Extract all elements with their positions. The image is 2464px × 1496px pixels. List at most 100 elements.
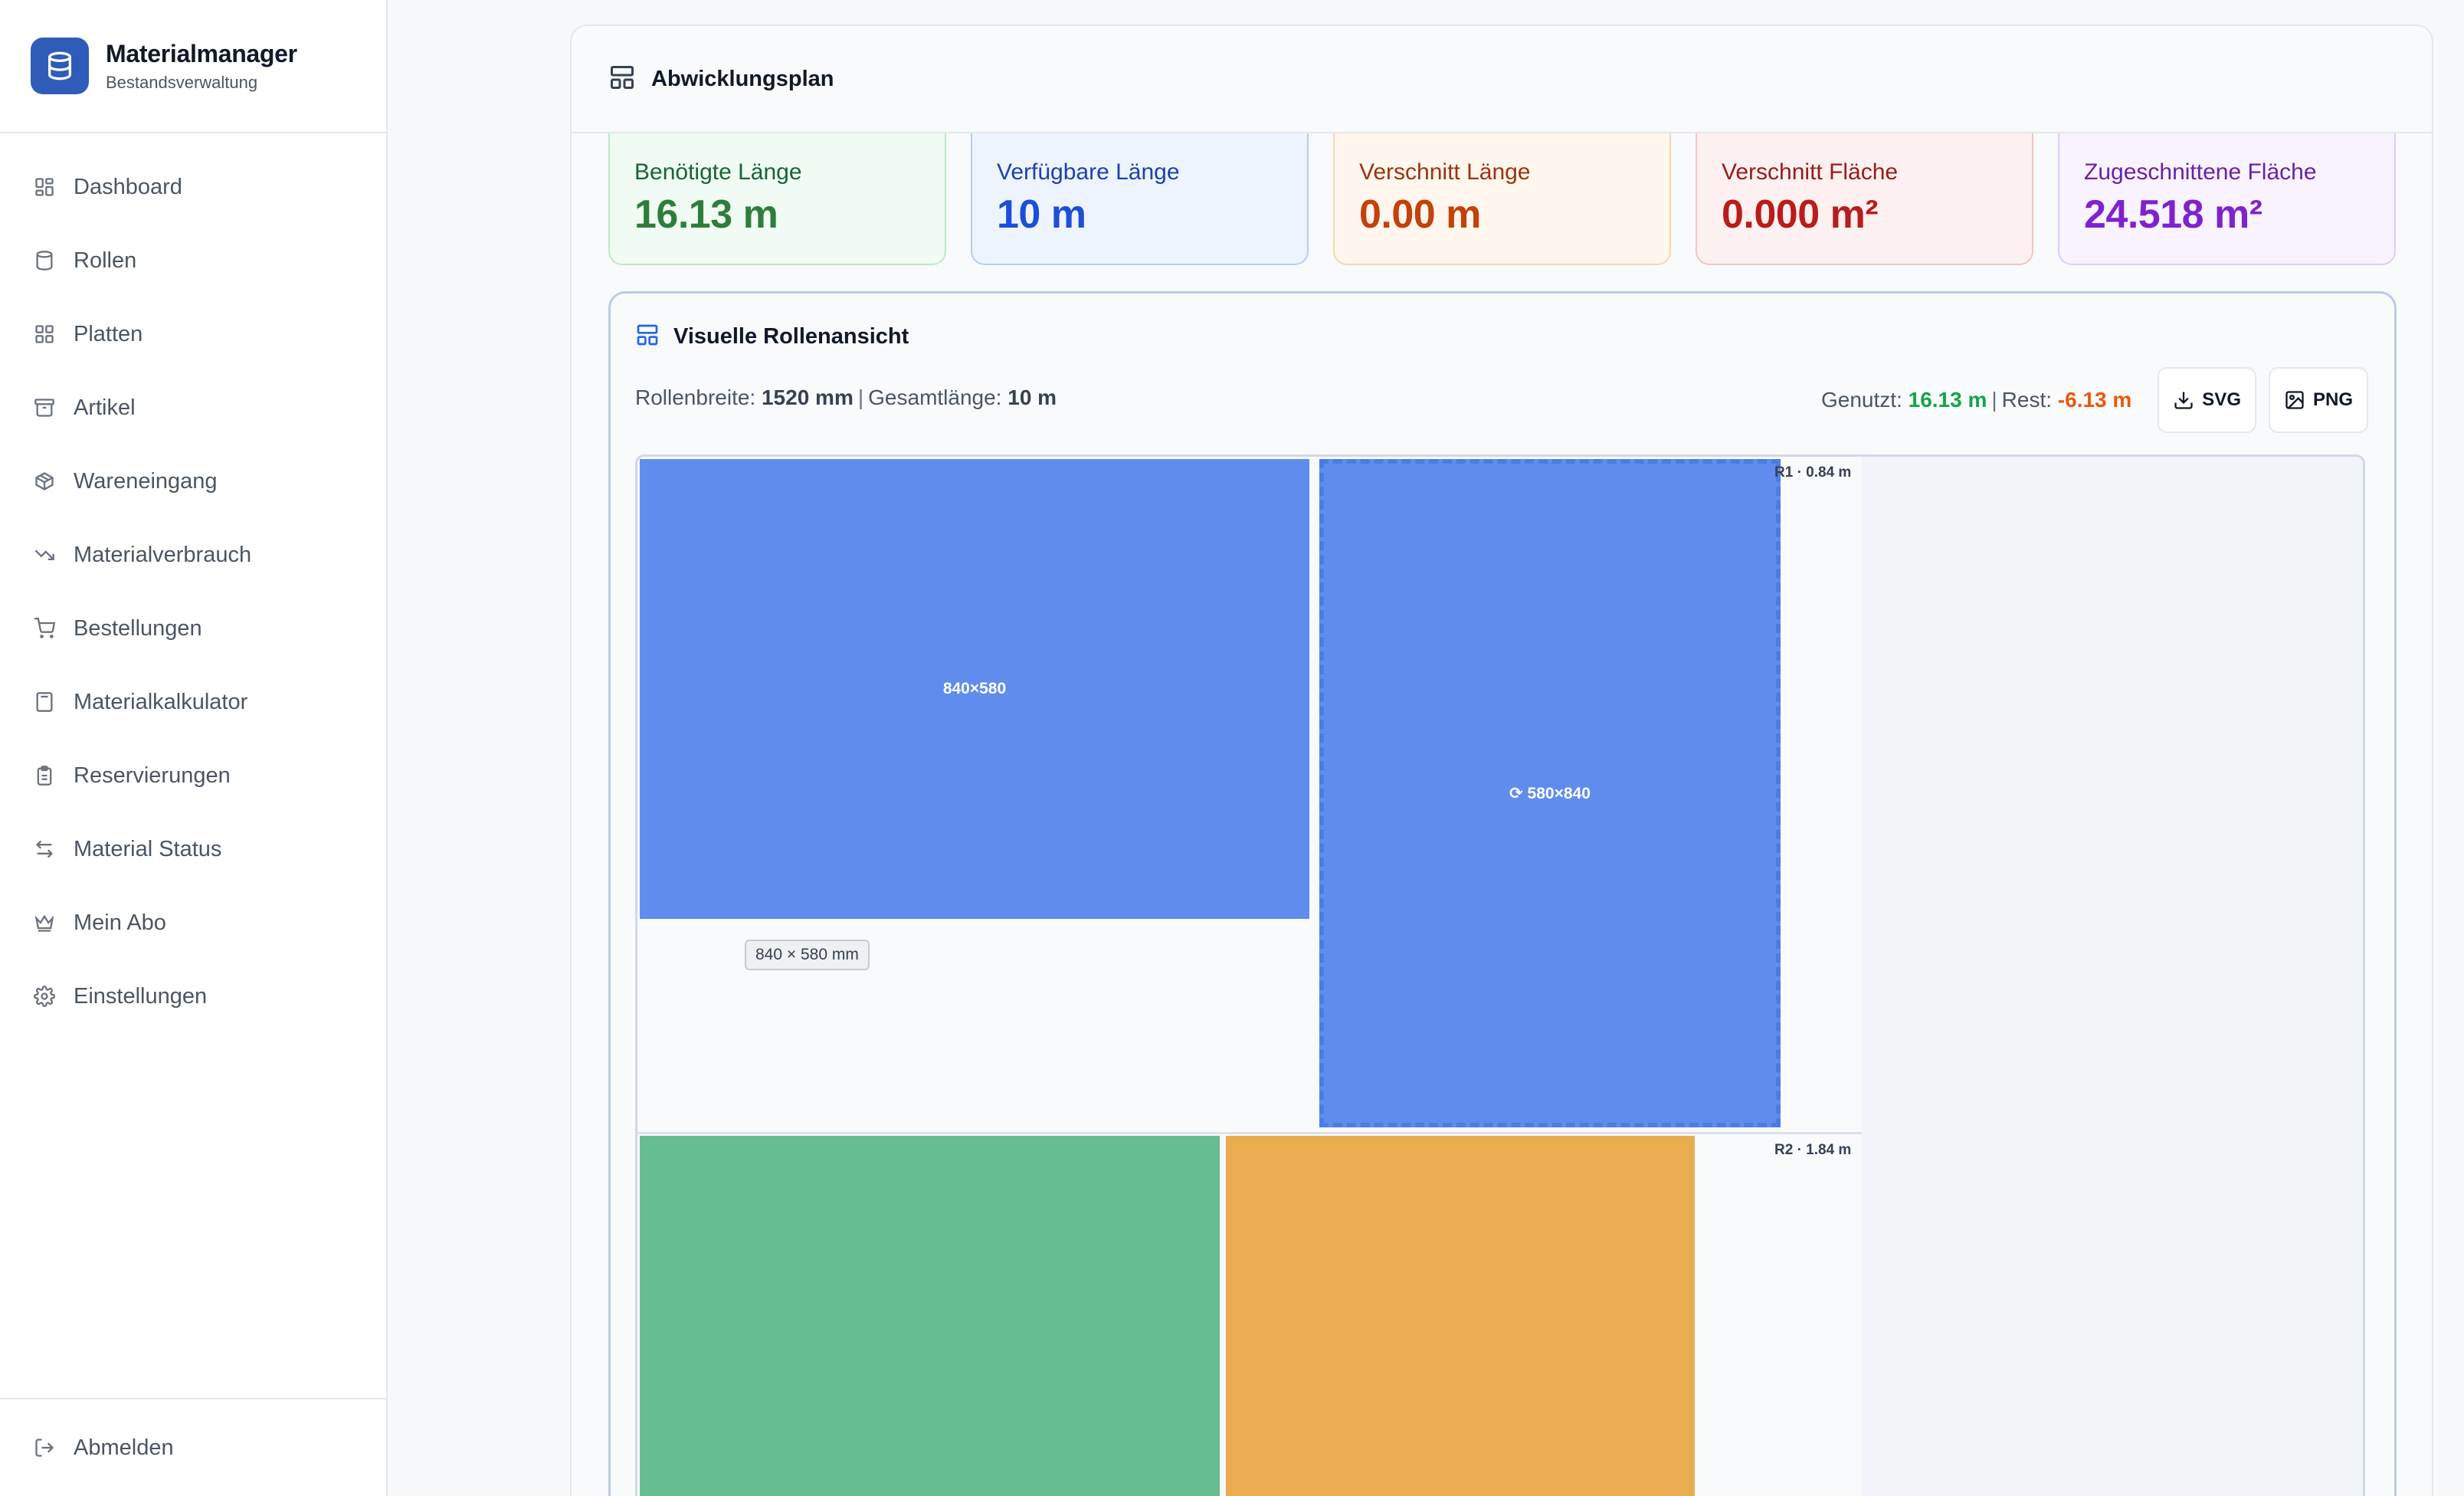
- stat-card-verschnitt-laenge: Verschnitt Länge 0.00 m: [1333, 133, 1671, 265]
- row-label: R1 · 0.84 m: [1774, 464, 1852, 481]
- stat-label: Benötigte Länge: [634, 159, 802, 185]
- logout-button[interactable]: Abmelden: [0, 1399, 386, 1496]
- total-length-value: 10 m: [1008, 385, 1057, 409]
- clipboard-icon: [32, 763, 57, 788]
- cut-piece-selected[interactable]: ⟳ 580×840: [1319, 459, 1781, 1127]
- brand[interactable]: Materialmanager Bestandsverwaltung: [0, 0, 386, 133]
- sidebar-item-materialkalkulator[interactable]: Materialkalkulator: [0, 665, 386, 739]
- separator: |: [1991, 388, 1997, 412]
- sidebar-item-label: Mein Abo: [74, 910, 166, 935]
- sidebar-item-label: Artikel: [74, 395, 136, 420]
- stat-card-verfuegbare-laenge: Verfügbare Länge 10 m: [971, 133, 1309, 265]
- stat-card-benoetigte-laenge: Benötigte Länge 16.13 m: [608, 133, 946, 265]
- layout-icon: [635, 323, 660, 351]
- roll-canvas[interactable]: 840×580 ⟳ 580×840 R1 · 0.84 m 840 × 580 …: [635, 454, 2365, 1496]
- usage-info: Genutzt: 16.13 m | Rest: -6.13 m: [1821, 388, 2131, 412]
- roll-width-label: Rollenbreite:: [635, 385, 756, 409]
- sidebar-item-label: Dashboard: [74, 174, 182, 199]
- trending-down-icon: [32, 543, 57, 567]
- stat-label: Verfügbare Länge: [997, 159, 1180, 185]
- sidebar-item-artikel[interactable]: Artikel: [0, 371, 386, 445]
- sidebar-item-dashboard[interactable]: Dashboard: [0, 150, 386, 224]
- abwicklungsplan-panel: Abwicklungsplan Benötigte Länge 16.13 m …: [570, 25, 2433, 1496]
- package-icon: [32, 469, 57, 494]
- roll-width-value: 1520 mm: [761, 385, 854, 409]
- row-divider: [637, 1132, 1862, 1134]
- crown-icon: [32, 910, 57, 935]
- dashboard-grid-icon: [32, 175, 57, 199]
- sidebar-nav: Dashboard Rollen Platten Artikel Warenei…: [0, 133, 386, 1033]
- app-title: Materialmanager: [106, 39, 297, 67]
- total-length-label: Gesamtlänge:: [868, 385, 1002, 409]
- export-svg-label: SVG: [2202, 389, 2241, 410]
- export-svg-button[interactable]: SVG: [2158, 367, 2256, 433]
- sidebar-item-einstellungen[interactable]: Einstellungen: [0, 960, 386, 1033]
- sidebar-item-label: Platten: [74, 321, 143, 346]
- calculator-icon: [32, 690, 57, 714]
- used-value: 16.13 m: [1908, 388, 1987, 412]
- stat-value: 10 m: [997, 192, 1086, 237]
- rest-label: Rest:: [2001, 388, 2053, 412]
- roll-view-card: Visuelle Rollenansicht Rollenbreite: 152…: [608, 291, 2397, 1496]
- stat-label: Verschnitt Länge: [1359, 159, 1531, 185]
- download-icon: [2174, 392, 2193, 409]
- cart-icon: [32, 616, 57, 641]
- stats-row: Benötigte Länge 16.13 m Verfügbare Länge…: [608, 133, 2396, 265]
- cut-piece[interactable]: [640, 1136, 1220, 1496]
- sidebar-item-material-status[interactable]: Material Status: [0, 812, 386, 886]
- sidebar-item-materialverbrauch[interactable]: Materialverbrauch: [0, 518, 386, 592]
- sidebar-item-label: Rollen: [74, 248, 137, 273]
- sidebar-item-rollen[interactable]: Rollen: [0, 224, 386, 297]
- export-png-button[interactable]: PNG: [2268, 367, 2368, 433]
- database-icon: [31, 38, 89, 94]
- piece-label: 840×580: [942, 680, 1007, 697]
- sidebar: Materialmanager Bestandsverwaltung Dashb…: [0, 0, 388, 1496]
- sidebar-item-label: Einstellungen: [74, 983, 208, 1009]
- grid-icon: [32, 322, 57, 346]
- sidebar-item-label: Materialverbrauch: [74, 542, 252, 567]
- stat-card-zugeschnittene-flaeche: Zugeschnittene Fläche 24.518 m²: [2058, 133, 2396, 265]
- gear-icon: [32, 984, 57, 1009]
- row-label: R2 · 1.84 m: [1774, 1142, 1852, 1158]
- rest-value: -6.13 m: [2057, 388, 2132, 412]
- export-png-label: PNG: [2312, 389, 2353, 410]
- archive-icon: [32, 395, 57, 420]
- cut-piece[interactable]: 840×580: [640, 459, 1309, 919]
- stat-label: Zugeschnittene Fläche: [2084, 159, 2317, 185]
- sidebar-item-label: Reservierungen: [74, 763, 231, 788]
- piece-label: ⟳ 580×840: [1509, 784, 1591, 802]
- stat-label: Verschnitt Fläche: [1722, 159, 1899, 185]
- cut-piece[interactable]: [1226, 1136, 1695, 1496]
- separator: |: [857, 385, 864, 409]
- roll-info: Rollenbreite: 1520 mm | Gesamtlänge: 10 m: [635, 385, 1057, 410]
- sidebar-item-label: Materialkalkulator: [74, 689, 248, 714]
- cylinder-icon: [32, 248, 57, 273]
- sidebar-item-label: Material Status: [74, 836, 222, 861]
- image-icon: [2285, 391, 2304, 409]
- stat-value: 16.13 m: [634, 192, 778, 237]
- sidebar-item-platten[interactable]: Platten: [0, 297, 386, 371]
- roll-view-header: Visuelle Rollenansicht: [635, 323, 909, 351]
- usage-and-export: Genutzt: 16.13 m | Rest: -6.13 m SVG PNG: [1821, 367, 2368, 433]
- sidebar-item-mein-abo[interactable]: Mein Abo: [0, 886, 386, 960]
- sidebar-item-wareneingang[interactable]: Wareneingang: [0, 445, 386, 518]
- sidebar-item-bestellungen[interactable]: Bestellungen: [0, 592, 386, 665]
- logout-icon: [32, 1435, 57, 1460]
- used-label: Genutzt:: [1821, 388, 1902, 412]
- layout-icon: [608, 64, 636, 95]
- stat-value: 24.518 m²: [2084, 192, 2262, 237]
- logout-label: Abmelden: [74, 1435, 174, 1460]
- stat-value: 0.00 m: [1359, 192, 1481, 237]
- sidebar-item-label: Bestellungen: [74, 615, 202, 641]
- sidebar-footer: Abmelden: [0, 1398, 386, 1496]
- arrows-swap-icon: [32, 837, 57, 861]
- dimension-tooltip: 840 × 580 mm: [745, 940, 870, 970]
- panel-header: Abwicklungsplan: [572, 26, 2432, 133]
- stat-card-verschnitt-flaeche: Verschnitt Fläche 0.000 m²: [1696, 133, 2033, 265]
- sidebar-item-reservierungen[interactable]: Reservierungen: [0, 739, 386, 812]
- app-subtitle: Bestandsverwaltung: [106, 72, 258, 92]
- stat-value: 0.000 m²: [1722, 192, 1879, 237]
- panel-title: Abwicklungsplan: [651, 66, 834, 91]
- roll-view-title: Visuelle Rollenansicht: [673, 324, 909, 349]
- sidebar-item-label: Wareneingang: [74, 468, 218, 494]
